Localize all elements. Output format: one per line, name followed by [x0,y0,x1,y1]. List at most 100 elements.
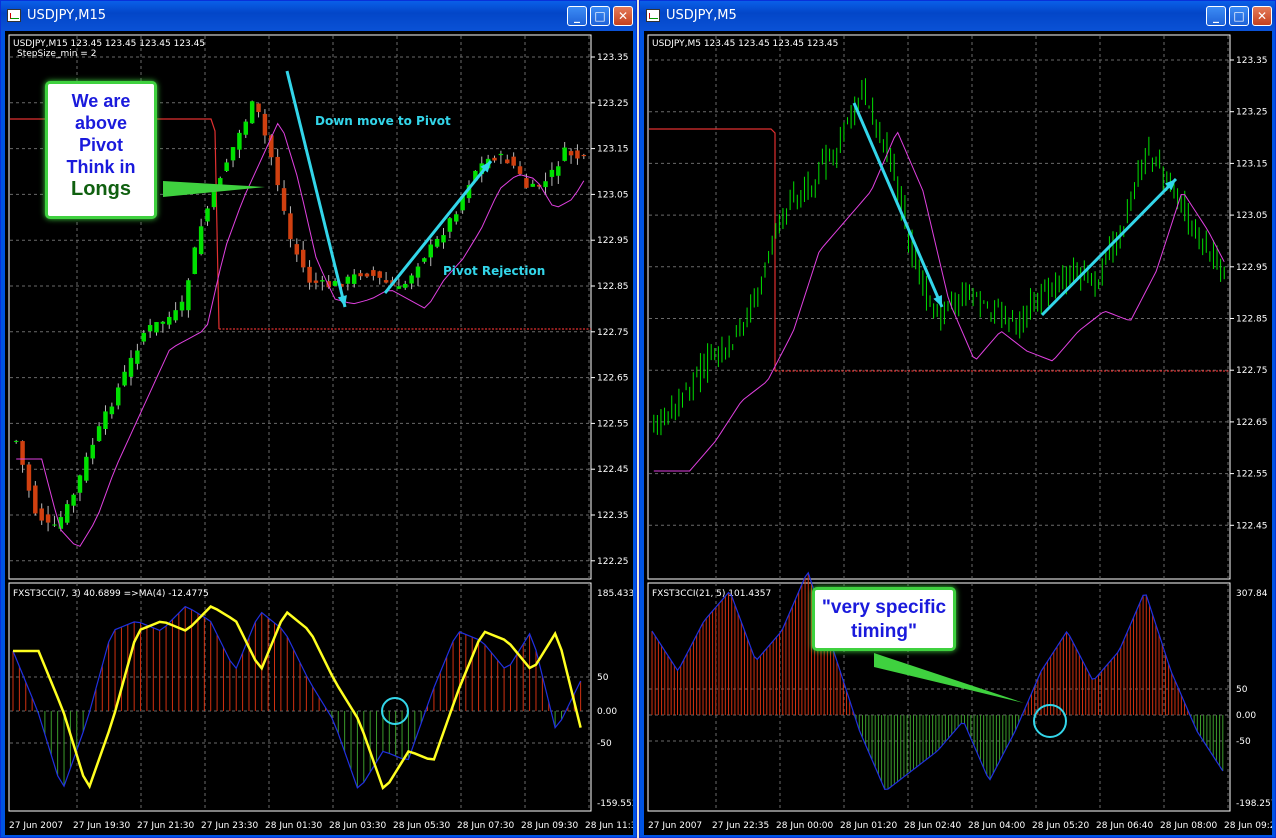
candle-body [313,280,319,283]
candle-body [192,247,197,275]
candle-body [198,226,204,255]
window-usdjpy-m15[interactable]: USDJPY,M15 _ □ ✕ 123.35 123.25 123.15 123.0… [0,0,637,838]
candle-body [543,181,548,188]
candle-body [377,271,382,278]
candle-body [84,456,89,481]
candle-body [262,113,268,136]
minimize-button[interactable]: _ [1206,6,1226,26]
candle-body [294,244,300,255]
candle-body [116,387,121,406]
candle-body [562,147,567,161]
time-tick-label: 28 Jun 09:2 [1224,821,1272,831]
window-title: USDJPY,M5 [666,8,737,23]
time-tick-label: 28 Jun 05:30 [393,821,450,831]
indicator-tick-label: 0.00 [597,707,617,717]
close-button[interactable]: ✕ [613,6,633,26]
candle-body [511,156,516,166]
price-tick-label: 123.15 [597,145,629,155]
indicator-tick-label: 50 [597,673,609,683]
window-title: USDJPY,M15 [27,8,106,23]
candle-body [186,280,191,311]
price-tick-label: 122.95 [1236,263,1268,273]
signal-line [13,605,582,790]
candle-body [428,244,433,258]
candle-body [320,280,325,282]
candle-body [103,411,108,429]
candle-body [568,151,574,156]
indicator-tick-label: -198.257 [1236,799,1272,809]
candle-body [498,153,504,156]
candle-body [364,273,370,277]
candle-body [300,249,306,268]
price-tick-label: 122.75 [597,328,629,338]
candle-body [351,274,357,284]
price-tick-label: 122.45 [597,465,629,475]
candle-body [415,266,421,278]
time-tick-label: 28 Jun 04:00 [968,821,1025,831]
title-bar[interactable]: USDJPY,M15 _ □ ✕ [1,1,636,31]
time-tick-label: 28 Jun 11:3 [585,821,633,831]
price-tick-label: 123.25 [1236,108,1268,118]
maximize-button[interactable]: □ [590,6,610,26]
minimize-button[interactable]: _ [567,6,587,26]
candle-body [249,101,255,124]
price-tick-label: 122.95 [597,236,629,246]
chart-header: USDJPY,M5 123.45 123.45 123.45 123.45 [652,39,838,49]
price-tick-label: 122.85 [1236,315,1268,325]
time-tick-label: 27 Jun 21:30 [137,821,194,831]
indicator-header: FXST3CCI(7, 3) 40.6899 =>MA(4) -12.4775 [13,589,209,599]
price-chart-m5[interactable]: 123.35 123.25 123.15 123.05 122.95 122.85 122.… [644,31,1272,835]
maximize-button[interactable]: □ [1229,6,1249,26]
price-tick-label: 123.25 [597,99,629,109]
candle-body [64,504,70,523]
close-button[interactable]: ✕ [1252,6,1272,26]
price-tick-label: 123.05 [597,190,629,200]
timing-circle [1033,704,1067,738]
candle-body [524,178,529,188]
candle-body [275,156,280,186]
candle-body [128,357,134,377]
time-tick-label: 27 Jun 23:30 [201,821,258,831]
candle-body [345,276,351,284]
candle-body [556,166,561,176]
annotation-label: Pivot Rejection [443,264,545,278]
indicator-tick-label: -50 [1236,737,1251,747]
price-tick-label: 123.35 [597,53,629,63]
price-tick-label: 122.35 [597,511,629,521]
chart-window-icon [646,9,660,22]
candle-body [167,316,172,325]
title-bar[interactable]: USDJPY,M5 _ □ ✕ [640,1,1275,31]
time-tick-label: 28 Jun 03:30 [329,821,386,831]
candle-body [237,132,242,150]
callout-pointer [874,653,1024,703]
price-tick-label: 122.55 [1236,470,1268,480]
time-tick-label: 28 Jun 01:20 [840,821,897,831]
price-tick-label: 123.05 [1236,211,1268,221]
candle-body [358,273,363,277]
candle-body [383,280,389,283]
time-tick-label: 27 Jun 2007 [9,821,63,831]
chart-canvas[interactable]: 123.35 123.25 123.15 123.05 122.95 122.85 122.… [644,31,1272,835]
candle-body [205,208,210,222]
candle-body [179,301,185,311]
price-tick-label: 122.25 [597,557,629,567]
candle-body [256,103,261,113]
candle-body [52,524,57,526]
callout-specific-timing: "very specific timing" [812,587,956,651]
price-pane-frame [647,34,1231,580]
candle-body [403,283,408,288]
time-tick-label: 28 Jun 08:00 [1160,821,1217,831]
annotation-arrow [285,70,347,308]
time-tick-label: 27 Jun 22:35 [712,821,769,831]
candle-body [45,514,51,523]
window-usdjpy-m5[interactable]: USDJPY,M5 _ □ ✕ 123.35 123.25 123.15 123.05… [639,0,1276,838]
price-tick-label: 122.55 [597,419,629,429]
candle-body [492,157,497,161]
candle-body [135,350,140,364]
candle-body [20,441,25,465]
candle-body [332,280,338,286]
annotation-label: Down move to Pivot [315,114,451,128]
price-tick-label: 122.75 [1236,366,1268,376]
candle-body [281,188,287,211]
candle-body [154,322,159,333]
